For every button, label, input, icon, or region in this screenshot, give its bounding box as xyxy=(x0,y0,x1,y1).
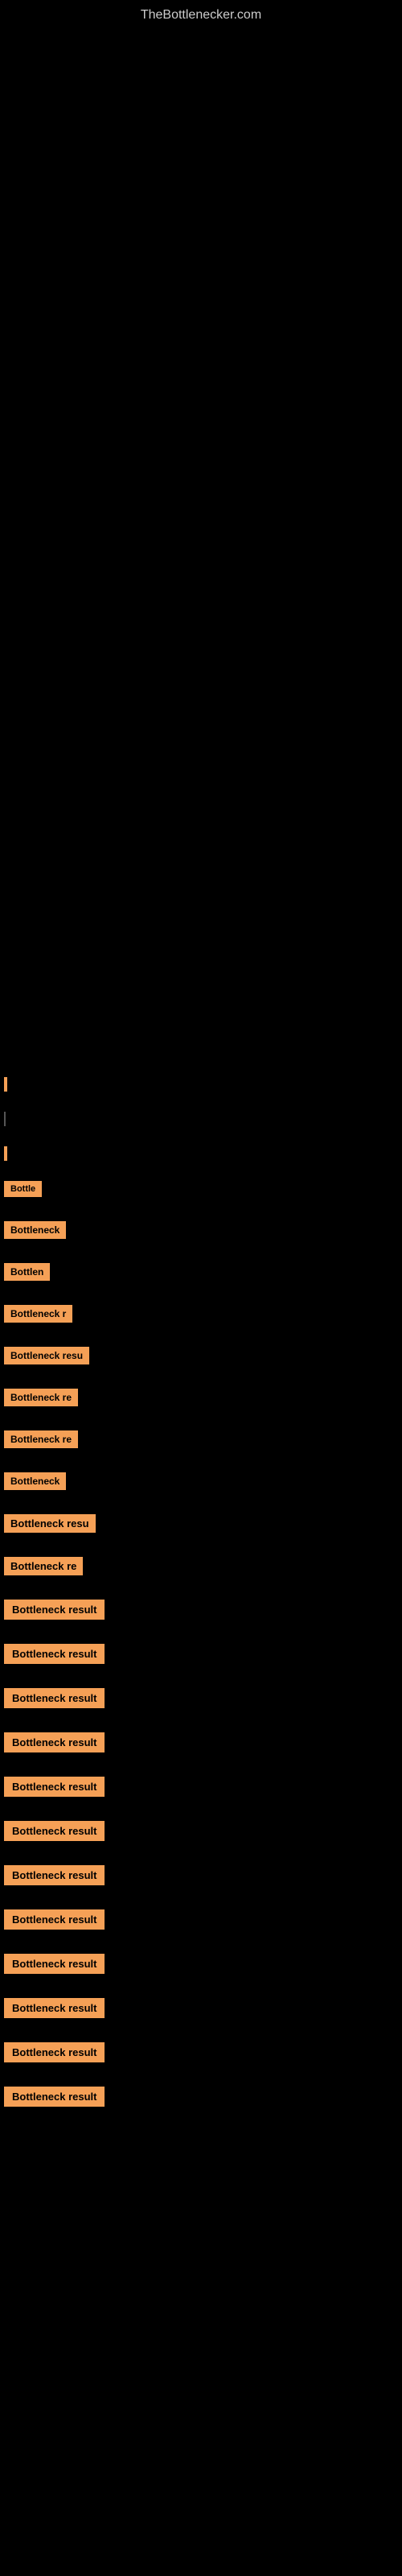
list-item: Bottlen xyxy=(4,1263,402,1285)
list-item xyxy=(4,1146,402,1161)
list-item: Bottleneck result xyxy=(4,1821,402,1845)
list-item: Bottleneck result xyxy=(4,1777,402,1801)
list-item: Bottleneck re xyxy=(4,1389,402,1410)
list-item: Bottleneck result xyxy=(4,1998,402,2022)
list-item: Bottleneck result xyxy=(4,1688,402,1712)
list-item: Bottleneck xyxy=(4,1221,402,1243)
list-item: Bottleneck result xyxy=(4,1600,402,1624)
list-item: Bottleneck result xyxy=(4,2087,402,2111)
list-item: Bottleneck resu xyxy=(4,1347,402,1368)
list-item: Bottleneck result xyxy=(4,1644,402,1668)
list-item: Bottleneck r xyxy=(4,1305,402,1327)
list-item xyxy=(4,1077,402,1092)
list-item: Bottleneck result xyxy=(4,1732,402,1757)
list-item: Bottleneck result xyxy=(4,1909,402,1934)
list-item: Bottleneck result xyxy=(4,2042,402,2066)
list-item: Bottleneck result xyxy=(4,1865,402,1889)
list-item: Bottleneck re xyxy=(4,1557,402,1579)
list-item: Bottleneck result xyxy=(4,1954,402,1978)
list-item: Bottleneck xyxy=(4,1472,402,1494)
list-item: Bottle xyxy=(4,1181,402,1201)
list-item xyxy=(4,1112,402,1126)
list-item: Bottleneck resu xyxy=(4,1514,402,1537)
site-title: TheBottlenecker.com xyxy=(0,0,402,31)
list-item: Bottleneck re xyxy=(4,1430,402,1452)
